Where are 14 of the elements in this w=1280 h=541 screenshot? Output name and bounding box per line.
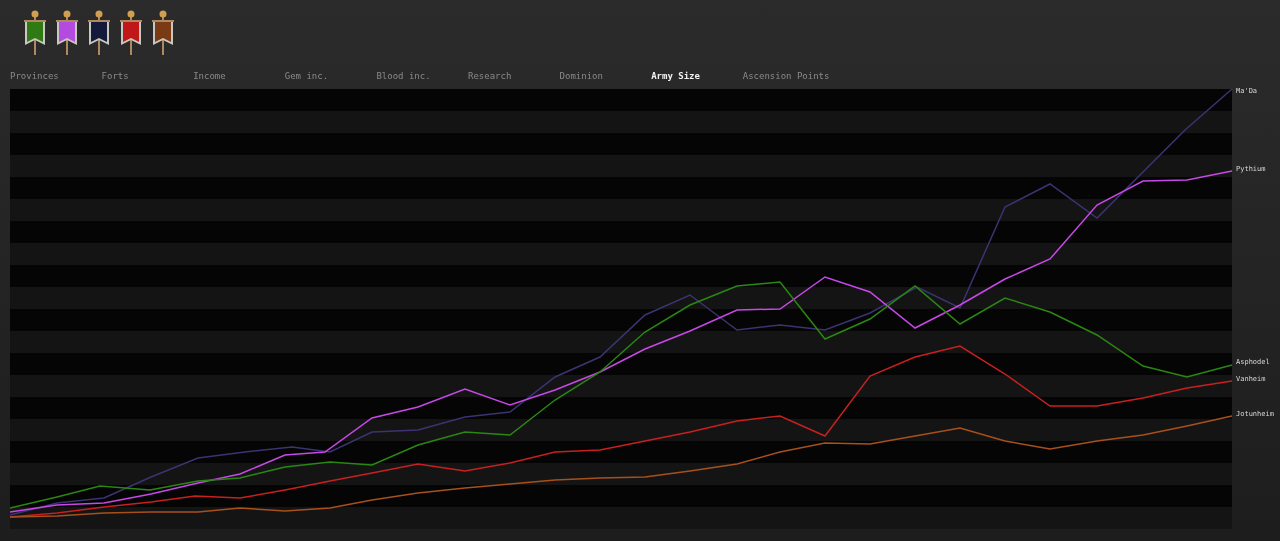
chart-tab[interactable]: Blood inc. bbox=[376, 71, 431, 85]
chart-tab[interactable]: Dominion bbox=[559, 71, 603, 85]
chart-tab[interactable]: Income bbox=[193, 71, 226, 85]
chart-tab[interactable]: Forts bbox=[101, 71, 129, 85]
banner-icon[interactable] bbox=[22, 9, 48, 55]
chart-tab[interactable]: Research bbox=[467, 71, 512, 85]
chart-tab[interactable]: Provinces bbox=[10, 71, 59, 85]
chart-tab[interactable]: Ascension Points bbox=[742, 71, 830, 85]
banner-icon[interactable] bbox=[118, 9, 144, 55]
banner-icon[interactable] bbox=[86, 9, 112, 55]
chart-tab[interactable]: Army Size bbox=[651, 71, 700, 85]
chart-tab[interactable]: Gem inc. bbox=[284, 71, 329, 85]
banner-icon[interactable] bbox=[54, 9, 80, 55]
banner-icon[interactable] bbox=[150, 9, 176, 55]
